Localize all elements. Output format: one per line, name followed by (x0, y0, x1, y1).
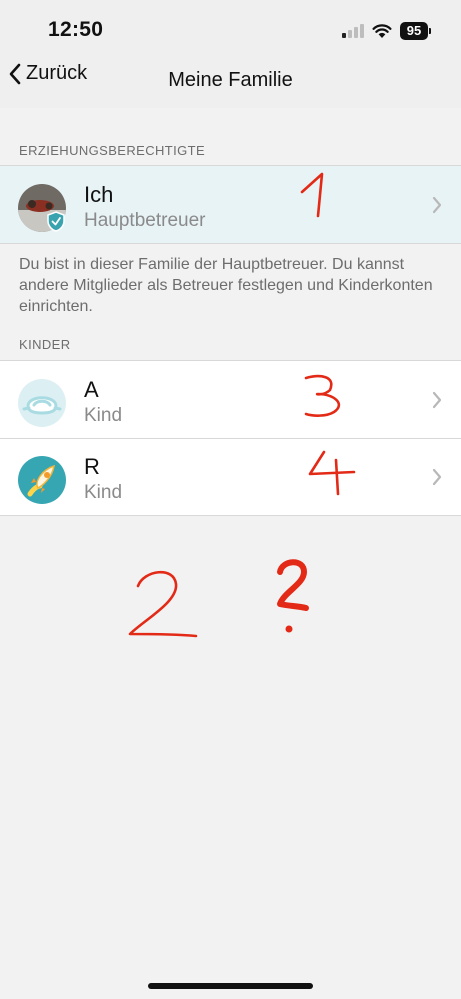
chevron-right-icon (432, 391, 442, 409)
battery-level: 95 (400, 22, 428, 40)
home-indicator[interactable] (148, 983, 313, 989)
chevron-right-icon (432, 468, 442, 486)
guardians-note: Du bist in dieser Familie der Hauptbetre… (19, 256, 433, 315)
section-header-guardians: ERZIEHUNGSBERECHTIGTE (19, 143, 206, 158)
status-time: 12:50 (48, 18, 104, 41)
list-item-child-a[interactable]: A Kind (0, 361, 461, 438)
member-name: Ich (84, 182, 114, 207)
battery-icon: 95 (400, 22, 431, 40)
member-name: A (84, 377, 99, 402)
status-icons: 95 (342, 20, 431, 42)
member-role: Hauptbetreuer (84, 210, 206, 231)
children-list: A Kind R Kind (0, 360, 461, 516)
avatar-child-a (18, 379, 66, 427)
annotation-question-mark: ? (277, 559, 309, 633)
wifi-icon (372, 23, 392, 38)
navigation-bar: 12:50 95 Zurück Meine Familie (0, 0, 461, 108)
list-item-guardian-ich[interactable]: Ich Hauptbetreuer (0, 166, 461, 243)
member-role: Kind (84, 482, 123, 503)
page-title: Meine Familie (168, 69, 293, 91)
chevron-right-icon (432, 196, 442, 214)
cellular-signal-icon (342, 24, 364, 38)
guardians-list: Ich Hauptbetreuer (0, 165, 461, 244)
section-header-children: KINDER (19, 337, 71, 352)
avatar-child-r (18, 456, 66, 504)
member-name: R (84, 454, 100, 479)
annotation-2: 2 (128, 570, 198, 638)
list-item-child-r[interactable]: R Kind (0, 438, 461, 515)
avatar-parent (18, 184, 66, 232)
member-role: Kind (84, 405, 123, 426)
